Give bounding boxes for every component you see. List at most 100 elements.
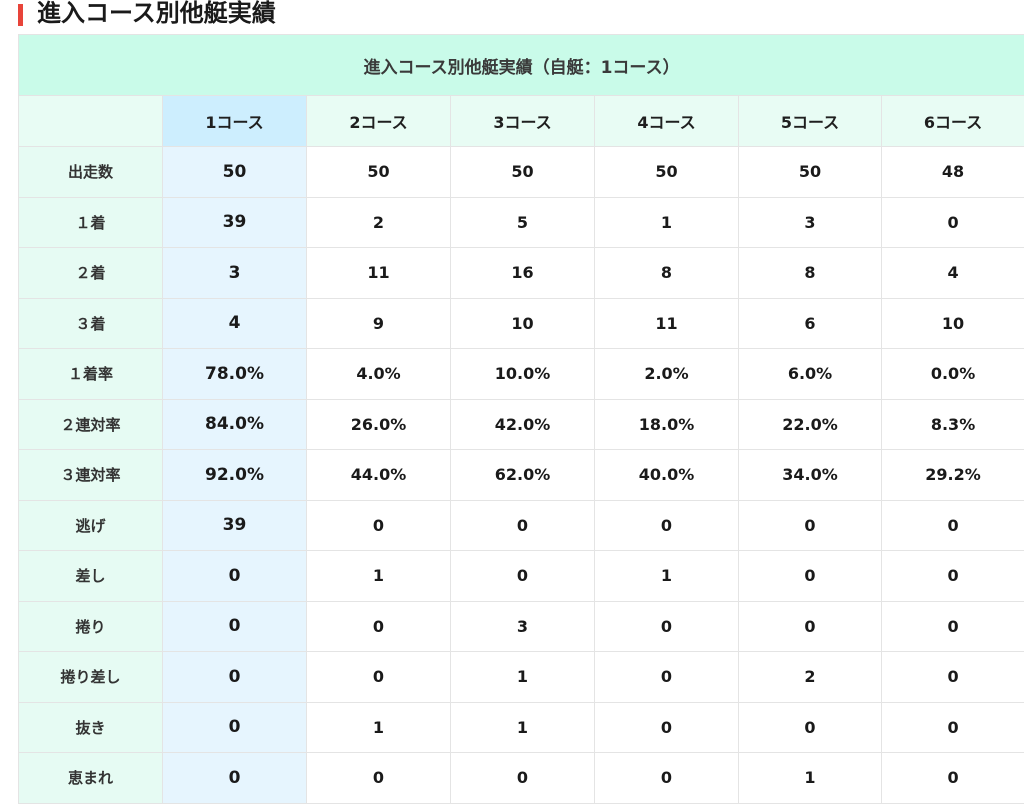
table-cell: 78.0%	[163, 349, 307, 400]
table-cell: 0	[595, 652, 739, 703]
table-cell: 0	[882, 601, 1024, 652]
table-cell: 1	[739, 753, 882, 804]
table-cell: 0	[595, 601, 739, 652]
table-cell: 0	[882, 652, 1024, 703]
column-header-course-6: 6コース	[882, 96, 1024, 147]
table-cell: 0	[739, 601, 882, 652]
table-cell: 6	[739, 298, 882, 349]
table-cell: 2	[307, 197, 451, 248]
table-cell: 0	[882, 197, 1024, 248]
table-cell: 0	[307, 753, 451, 804]
table-cell: 42.0%	[451, 399, 595, 450]
section-heading: 進入コース別他艇実績	[18, 0, 276, 26]
table-cell: 0	[882, 551, 1024, 602]
table-cell: 6.0%	[739, 349, 882, 400]
table-cell: 8.3%	[882, 399, 1024, 450]
table-row: １着率78.0%4.0%10.0%2.0%6.0%0.0%	[19, 349, 1024, 400]
table-cell: 0	[882, 753, 1024, 804]
table-cell: 0	[163, 601, 307, 652]
table-cell: 0	[451, 500, 595, 551]
table-row: 差し010100	[19, 551, 1024, 602]
table-cell: 1	[595, 551, 739, 602]
table-cell: 5	[451, 197, 595, 248]
table-cell: 0	[307, 601, 451, 652]
table-cell: 9	[307, 298, 451, 349]
column-header-course-1: 1コース	[163, 96, 307, 147]
table-cell: 50	[451, 147, 595, 198]
table-cell: 0	[739, 551, 882, 602]
table-row: ２連対率84.0%26.0%42.0%18.0%22.0%8.3%	[19, 399, 1024, 450]
heading-accent-bar	[18, 4, 23, 26]
row-label: 抜き	[19, 702, 163, 753]
column-header-course-4: 4コース	[595, 96, 739, 147]
table-cell: 92.0%	[163, 450, 307, 501]
table-row: 恵まれ000010	[19, 753, 1024, 804]
table-cell: 0	[595, 702, 739, 753]
table-cell: 0	[163, 551, 307, 602]
row-label: ２連対率	[19, 399, 163, 450]
table-cell: 11	[595, 298, 739, 349]
row-label: ３連対率	[19, 450, 163, 501]
row-label: 捲り	[19, 601, 163, 652]
table-cell: 0	[739, 500, 882, 551]
table-cell: 0	[595, 500, 739, 551]
row-label: ２着	[19, 248, 163, 299]
table-cell: 10.0%	[451, 349, 595, 400]
table-cell: 18.0%	[595, 399, 739, 450]
row-label: 恵まれ	[19, 753, 163, 804]
column-header-course-3: 3コース	[451, 96, 595, 147]
table-cell: 62.0%	[451, 450, 595, 501]
table-cell: 0	[163, 753, 307, 804]
table-row: １着3925130	[19, 197, 1024, 248]
table-cell: 50	[307, 147, 451, 198]
table-cell: 11	[307, 248, 451, 299]
row-label: 差し	[19, 551, 163, 602]
table-cell: 10	[451, 298, 595, 349]
table-cell: 1	[451, 702, 595, 753]
table-cell: 0	[163, 652, 307, 703]
table-row: ２着31116884	[19, 248, 1024, 299]
table-cell: 1	[307, 702, 451, 753]
table-row: 逃げ3900000	[19, 500, 1024, 551]
course-stats-table: 進入コース別他艇実績（自艇：1コース） 1コース2コース3コース4コース5コース…	[18, 34, 1024, 804]
table-cell: 50	[163, 147, 307, 198]
table-cell: 0	[163, 702, 307, 753]
table-cell: 0	[595, 753, 739, 804]
row-label: １着	[19, 197, 163, 248]
table-cell: 84.0%	[163, 399, 307, 450]
table-row: ３連対率92.0%44.0%62.0%40.0%34.0%29.2%	[19, 450, 1024, 501]
table-cell: 8	[739, 248, 882, 299]
table-cell: 44.0%	[307, 450, 451, 501]
table-row: ３着491011610	[19, 298, 1024, 349]
table-cell: 3	[451, 601, 595, 652]
table-row: 出走数505050505048	[19, 147, 1024, 198]
table-cell: 2	[739, 652, 882, 703]
row-label: 出走数	[19, 147, 163, 198]
table-cell: 29.2%	[882, 450, 1024, 501]
table-cell: 2.0%	[595, 349, 739, 400]
table-cell: 39	[163, 197, 307, 248]
table-cell: 8	[595, 248, 739, 299]
table-cell: 0.0%	[882, 349, 1024, 400]
table-cell: 0	[307, 652, 451, 703]
row-label: １着率	[19, 349, 163, 400]
column-header-course-2: 2コース	[307, 96, 451, 147]
table-cell: 50	[595, 147, 739, 198]
table-caption: 進入コース別他艇実績（自艇：1コース）	[19, 35, 1024, 96]
table-row: 捲り差し001020	[19, 652, 1024, 703]
table-row: 抜き011000	[19, 702, 1024, 753]
table-cell: 50	[739, 147, 882, 198]
table-cell: 40.0%	[595, 450, 739, 501]
table-cell: 4	[163, 298, 307, 349]
table-cell: 26.0%	[307, 399, 451, 450]
row-label: ３着	[19, 298, 163, 349]
table-cell: 10	[882, 298, 1024, 349]
section-title: 進入コース別他艇実績	[37, 0, 276, 26]
table-cell: 39	[163, 500, 307, 551]
table-cell: 22.0%	[739, 399, 882, 450]
table-cell: 4	[882, 248, 1024, 299]
table-cell: 0	[307, 500, 451, 551]
table-cell: 4.0%	[307, 349, 451, 400]
header-corner	[19, 96, 163, 147]
row-label: 捲り差し	[19, 652, 163, 703]
